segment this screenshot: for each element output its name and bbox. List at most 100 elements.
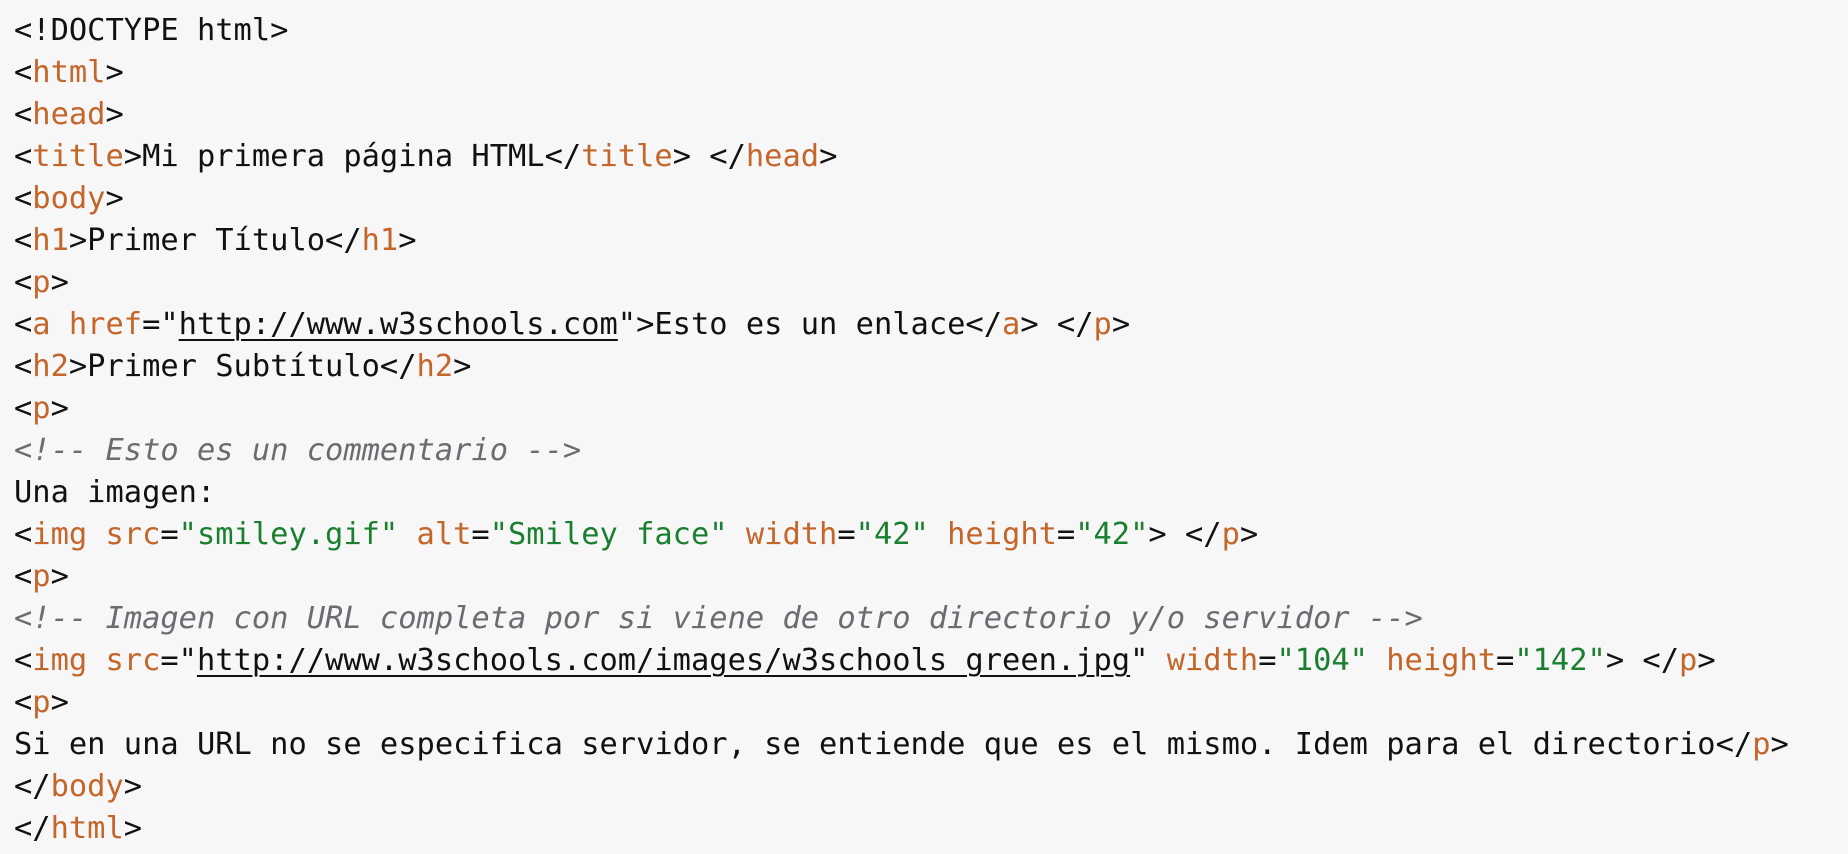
code-text: >Primer Subtítulo</ bbox=[68, 349, 417, 384]
tag-name: p bbox=[1679, 643, 1698, 678]
code-line: </html> bbox=[14, 808, 1848, 850]
code-text: < bbox=[14, 517, 33, 552]
tag-name: p bbox=[32, 559, 51, 594]
attribute-value: "42" bbox=[855, 517, 929, 552]
code-line: <p> bbox=[14, 556, 1848, 598]
code-text: < bbox=[14, 265, 33, 300]
code-text: > </ bbox=[1020, 307, 1094, 342]
tag-name: p bbox=[32, 265, 51, 300]
code-text: < bbox=[14, 559, 33, 594]
code-viewer: <!DOCTYPE html> <html> <head> <title>Mi pri… bbox=[0, 0, 1848, 854]
code-text: > bbox=[1770, 727, 1789, 762]
code-text: >Mi primera página HTML</ bbox=[123, 139, 582, 174]
tag-name: p bbox=[1221, 517, 1240, 552]
code-comment: <!-- Imagen con URL completa por si vien… bbox=[14, 601, 1423, 636]
code-text: = bbox=[1496, 643, 1515, 678]
code-text: </ bbox=[14, 769, 51, 804]
tag-name: h1 bbox=[361, 223, 399, 258]
code-text: > bbox=[123, 769, 143, 804]
tag-name: html bbox=[50, 811, 124, 846]
tag-name: a href bbox=[32, 307, 143, 342]
code-text: > bbox=[105, 55, 124, 90]
code-text: > bbox=[123, 811, 143, 846]
code-line: <img src="http://www.w3schools.com/image… bbox=[14, 640, 1848, 682]
code-text: Si en una URL no se especifica servidor,… bbox=[14, 727, 1753, 762]
tag-name: height bbox=[1386, 643, 1497, 678]
code-text: > bbox=[398, 223, 417, 258]
code-line: <p> bbox=[14, 388, 1848, 430]
code-text: = bbox=[471, 517, 490, 552]
code-text: < bbox=[14, 97, 33, 132]
code-line: <!-- Imagen con URL completa por si vien… bbox=[14, 598, 1848, 640]
attribute-value: "104" bbox=[1276, 643, 1368, 678]
attribute-value: "smiley.gif" bbox=[178, 517, 399, 552]
code-line: <p> bbox=[14, 682, 1848, 724]
code-line: <h2>Primer Subtítulo</h2> bbox=[14, 346, 1848, 388]
tag-name: title bbox=[32, 139, 124, 174]
code-text: > bbox=[50, 265, 69, 300]
tag-name: width bbox=[1166, 643, 1259, 678]
code-line: <img src="smiley.gif" alt="Smiley face" … bbox=[14, 514, 1848, 556]
code-text: < bbox=[14, 685, 33, 720]
attribute-value: "Smiley face" bbox=[489, 517, 728, 552]
code-text: < bbox=[14, 391, 33, 426]
code-text: > bbox=[105, 97, 124, 132]
code-text: > bbox=[50, 685, 69, 720]
tag-name: body bbox=[50, 769, 124, 804]
code-line: Si en una URL no se especifica servidor,… bbox=[14, 724, 1848, 766]
tag-name: h1 bbox=[32, 223, 69, 258]
tag-name: head bbox=[32, 97, 106, 132]
code-text: < bbox=[14, 349, 33, 384]
code-text: </ bbox=[14, 811, 51, 846]
code-text: = bbox=[837, 517, 856, 552]
code-text: < bbox=[14, 643, 33, 678]
code-text: Una imagen: bbox=[14, 475, 216, 510]
code-text: < bbox=[14, 223, 33, 258]
code-line: <!DOCTYPE html> bbox=[14, 10, 1848, 52]
tag-name: body bbox=[32, 181, 106, 216]
code-text: < bbox=[14, 181, 33, 216]
code-line: <title>Mi primera página HTML</title> </… bbox=[14, 136, 1848, 178]
code-line: <html> bbox=[14, 52, 1848, 94]
code-line: <body> bbox=[14, 178, 1848, 220]
tag-name: p bbox=[1093, 307, 1112, 342]
code-line: <head> bbox=[14, 94, 1848, 136]
tag-name: width bbox=[745, 517, 838, 552]
tag-name: p bbox=[1752, 727, 1771, 762]
code-text: > bbox=[1111, 307, 1131, 342]
code-text: ">Esto es un enlace</ bbox=[617, 307, 1003, 342]
tag-name: title bbox=[581, 139, 673, 174]
code-text: > bbox=[50, 391, 69, 426]
tag-name: head bbox=[745, 139, 820, 174]
code-text: > bbox=[105, 181, 124, 216]
tag-name: a bbox=[1002, 307, 1021, 342]
tag-name: p bbox=[32, 391, 51, 426]
attribute-value: "42" bbox=[1075, 517, 1149, 552]
code-text: > </ bbox=[1148, 517, 1222, 552]
code-text: > bbox=[50, 559, 69, 594]
tag-name: height bbox=[947, 517, 1057, 552]
code-text: = bbox=[1258, 643, 1277, 678]
tag-name: img src bbox=[32, 517, 161, 552]
tag-name: alt bbox=[416, 517, 472, 552]
code-text: " bbox=[1130, 643, 1167, 678]
code-line: <p> bbox=[14, 262, 1848, 304]
url-link[interactable]: http://www.w3schools.com/images/w3school… bbox=[197, 643, 1130, 678]
tag-name: html bbox=[32, 55, 106, 90]
url-link[interactable]: http://www.w3schools.com bbox=[179, 307, 618, 342]
code-text: < bbox=[14, 55, 33, 90]
code-line: <a href="http://www.w3schools.com">Esto … bbox=[14, 304, 1848, 346]
tag-name: h2 bbox=[32, 349, 69, 384]
code-text: >Primer Título</ bbox=[68, 223, 362, 258]
code-line: <!-- Esto es un commentario --> bbox=[14, 430, 1848, 472]
code-text: < bbox=[14, 307, 33, 342]
code-text: > bbox=[1697, 643, 1716, 678]
code-text: > bbox=[453, 349, 472, 384]
attribute-value: "142" bbox=[1514, 643, 1606, 678]
code-text: <!DOCTYPE html> bbox=[14, 13, 289, 48]
tag-name: p bbox=[32, 685, 51, 720]
code-text: > </ bbox=[1605, 643, 1680, 678]
